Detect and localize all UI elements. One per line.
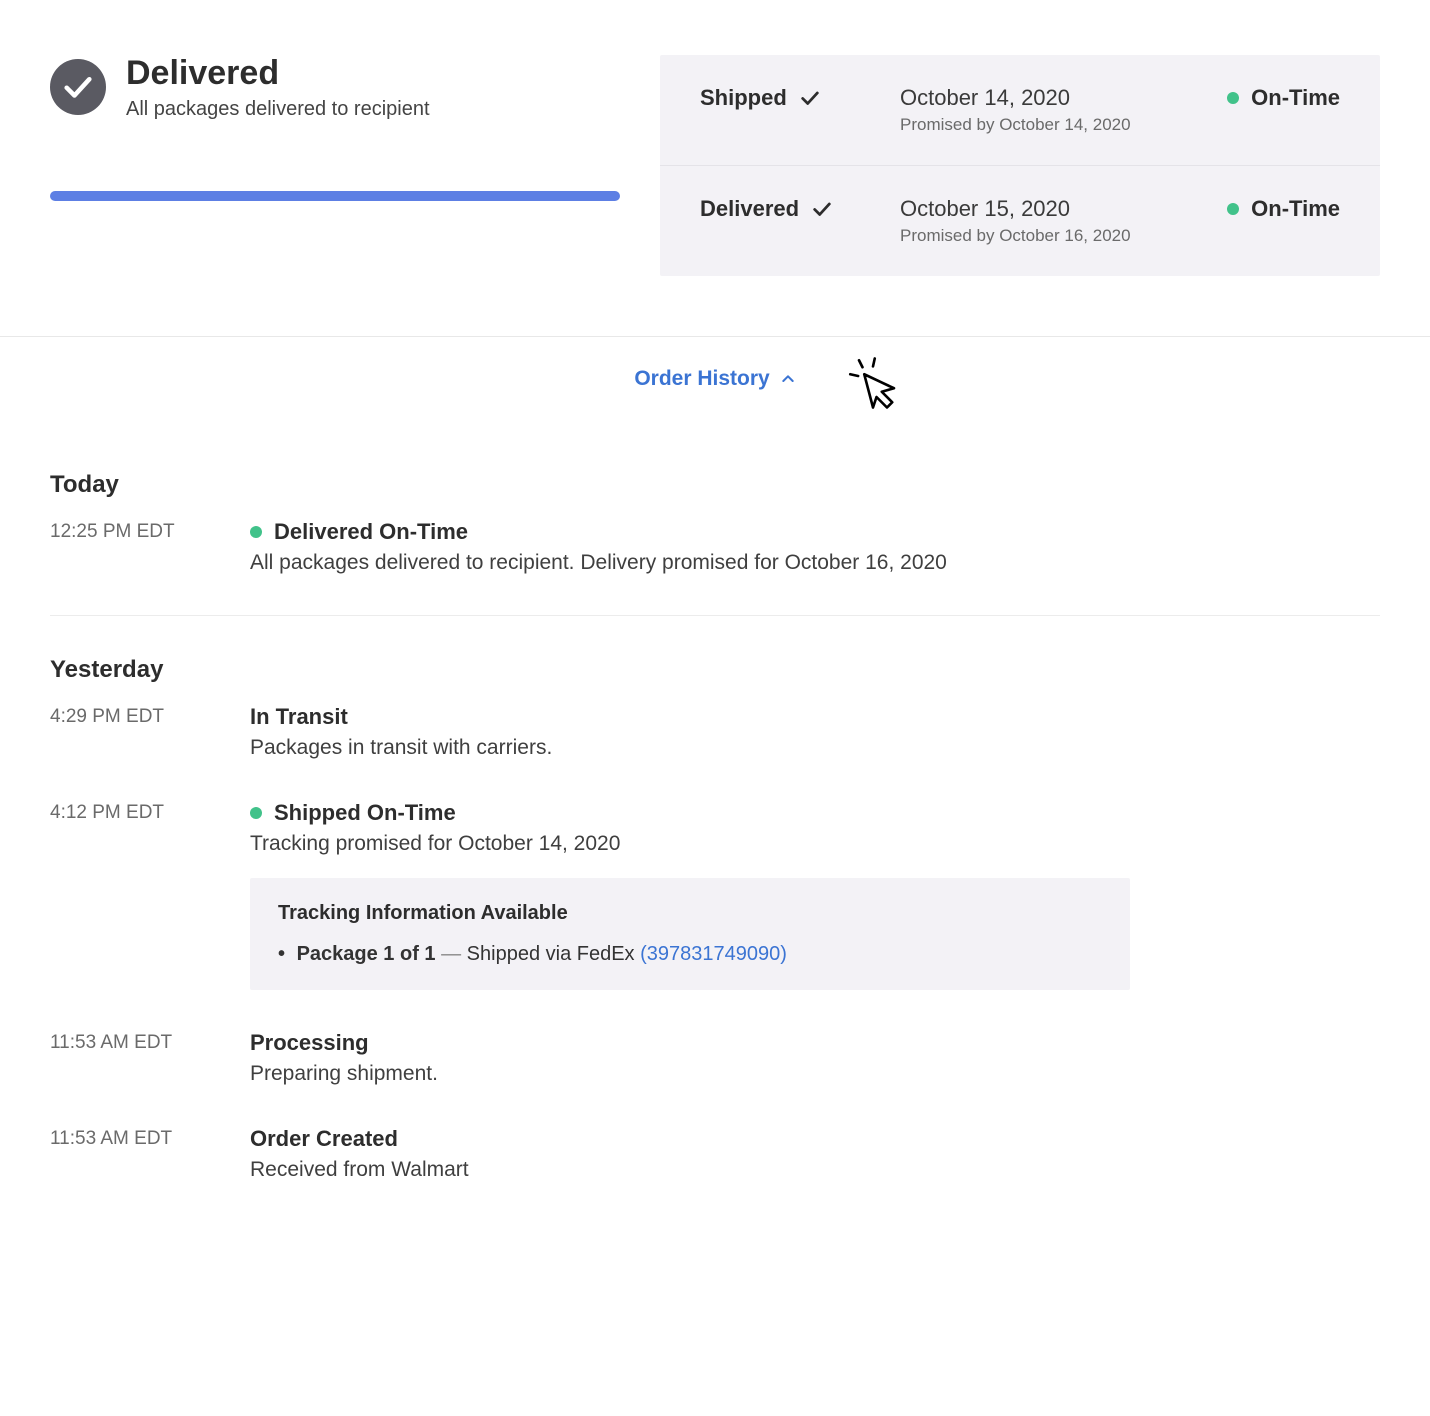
history-event: 4:12 PM EDT Shipped On-Time Tracking pro… (50, 800, 1380, 990)
milestone-date: October 15, 2020 (900, 196, 1207, 222)
delivered-check-icon (50, 59, 106, 115)
milestone-status: On-Time (1251, 196, 1340, 222)
tracking-package-label: Package 1 of 1 (297, 943, 436, 965)
tracking-info-box: Tracking Information Available • Package… (250, 878, 1130, 990)
status-subtitle: All packages delivered to recipient (126, 98, 430, 121)
tracking-via: Shipped via FedEx (467, 943, 640, 965)
milestone-label: Delivered (700, 196, 799, 222)
history-event: 4:29 PM EDT In Transit Packages in trans… (50, 704, 1380, 760)
order-history-toggle[interactable]: Order History (634, 367, 795, 391)
status-title: Delivered (126, 55, 430, 92)
event-title: Shipped On-Time (274, 800, 456, 826)
order-history-section: Today 12:25 PM EDT Delivered On-Time All… (50, 471, 1380, 1182)
milestone-label: Shipped (700, 85, 787, 111)
event-time: 4:29 PM EDT (50, 704, 220, 760)
milestone-row-shipped: Shipped October 14, 2020 Promised by Oct… (660, 55, 1380, 165)
event-title: Delivered On-Time (274, 519, 468, 545)
tracking-link[interactable]: (397831749090) (640, 943, 787, 965)
status-dot-icon (1227, 203, 1239, 215)
event-desc: Received from Walmart (250, 1158, 1380, 1182)
cursor-click-icon (845, 355, 901, 416)
milestone-promised: Promised by October 14, 2020 (900, 115, 1207, 135)
event-time: 11:53 AM EDT (50, 1030, 220, 1086)
status-dot-icon (250, 526, 262, 538)
tracking-separator: — (436, 943, 467, 965)
event-desc: Tracking promised for October 14, 2020 (250, 832, 1380, 856)
milestones-card: Shipped October 14, 2020 Promised by Oct… (660, 55, 1380, 276)
event-desc: Preparing shipment. (250, 1062, 1380, 1086)
event-desc: All packages delivered to recipient. Del… (250, 551, 1380, 575)
history-event: 11:53 AM EDT Processing Preparing shipme… (50, 1030, 1380, 1086)
chevron-up-icon (780, 371, 796, 387)
milestone-promised: Promised by October 16, 2020 (900, 226, 1207, 246)
day-label: Yesterday (50, 656, 1380, 684)
history-event: 11:53 AM EDT Order Created Received from… (50, 1126, 1380, 1182)
check-icon (799, 87, 821, 109)
tracking-title: Tracking Information Available (278, 902, 1102, 925)
event-desc: Packages in transit with carriers. (250, 736, 1380, 760)
event-title: Processing (250, 1030, 369, 1056)
status-dot-icon (1227, 92, 1239, 104)
check-icon (811, 198, 833, 220)
event-time: 12:25 PM EDT (50, 519, 220, 575)
event-title: Order Created (250, 1126, 398, 1152)
event-title: In Transit (250, 704, 348, 730)
milestone-date: October 14, 2020 (900, 85, 1207, 111)
day-divider (50, 615, 1380, 616)
milestone-status: On-Time (1251, 85, 1340, 111)
event-time: 11:53 AM EDT (50, 1126, 220, 1182)
event-time: 4:12 PM EDT (50, 800, 220, 990)
order-history-label: Order History (634, 367, 769, 391)
milestone-row-delivered: Delivered October 15, 2020 Promised by O… (660, 165, 1380, 276)
history-event: 12:25 PM EDT Delivered On-Time All packa… (50, 519, 1380, 575)
progress-bar (50, 191, 620, 201)
status-dot-icon (250, 807, 262, 819)
bullet-icon: • (278, 943, 285, 965)
day-label: Today (50, 471, 1380, 499)
summary-section: Delivered All packages delivered to reci… (50, 55, 1380, 276)
summary-left: Delivered All packages delivered to reci… (50, 55, 620, 276)
